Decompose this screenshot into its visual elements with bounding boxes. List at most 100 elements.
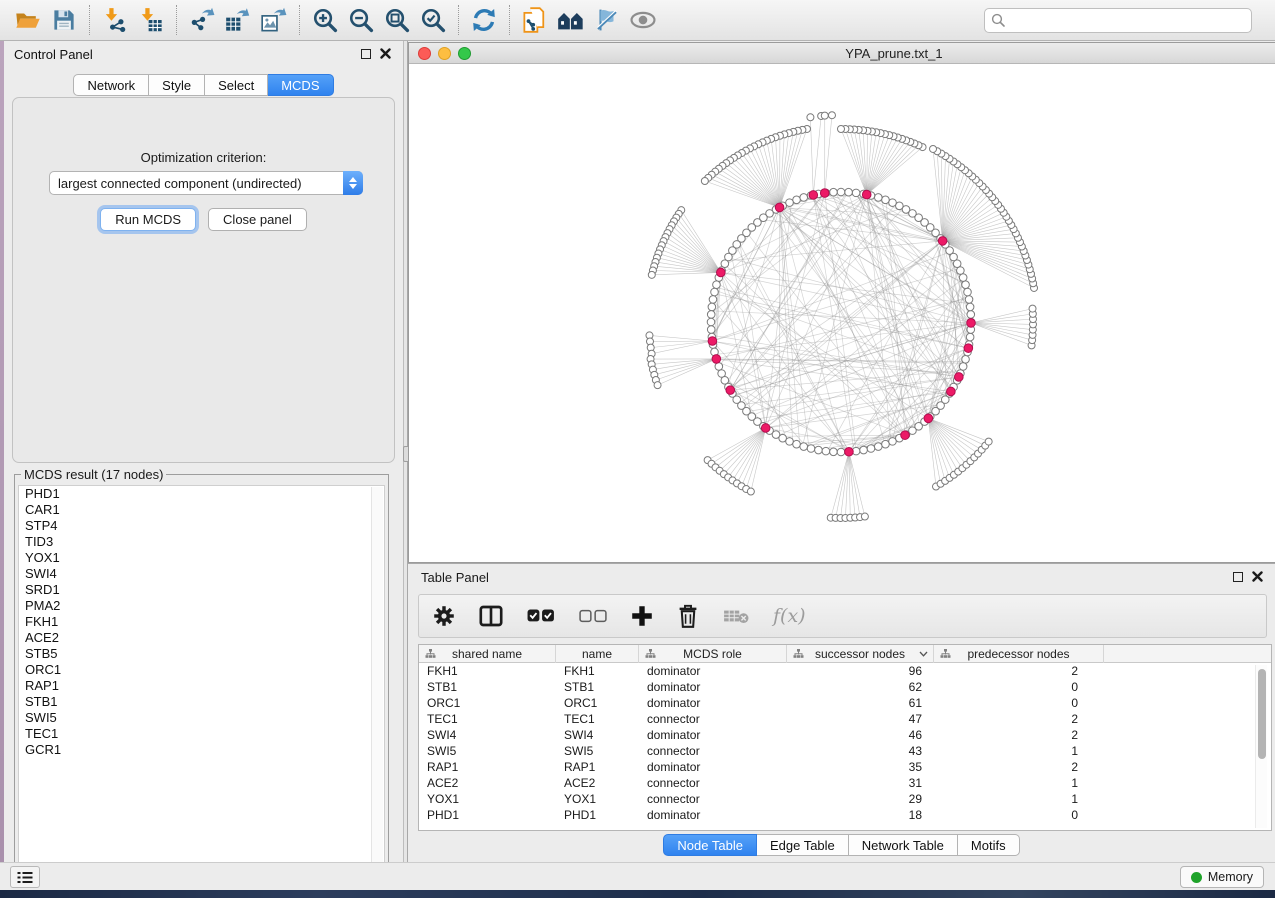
mcds-result-item[interactable]: RAP1 [19,678,384,694]
mcds-result-item[interactable]: PHD1 [19,486,384,502]
table-row[interactable]: SWI5SWI5connector431 [419,743,1271,759]
mcds-result-item[interactable]: SWI4 [19,566,384,582]
network-canvas[interactable] [409,64,1274,562]
close-panel-icon[interactable] [380,48,391,59]
table-row[interactable]: YOX1YOX1connector291 [419,791,1271,807]
tab-motifs[interactable]: Motifs [958,834,1020,856]
close-panel-button[interactable]: Close panel [208,208,307,231]
table-row[interactable]: TEC1TEC1connector472 [419,711,1271,727]
zoom-selected-icon[interactable] [415,3,451,37]
tab-edge-table[interactable]: Edge Table [757,834,849,856]
table-row[interactable]: STB1STB1dominator620 [419,679,1271,695]
select-all-icon[interactable] [527,608,555,624]
table-row[interactable]: PHD1PHD1dominator180 [419,807,1271,823]
tab-style[interactable]: Style [149,74,205,96]
mcds-result-item[interactable]: FKH1 [19,614,384,630]
add-column-icon[interactable] [631,605,653,627]
task-history-button[interactable] [10,866,40,888]
show-details-icon[interactable] [625,3,661,37]
float-panel-icon[interactable] [361,49,371,59]
search-input[interactable] [984,8,1252,33]
table-cell: dominator [639,727,787,743]
delete-table-icon[interactable] [723,608,749,624]
column-header-name[interactable]: name [556,645,639,663]
tab-select[interactable]: Select [205,74,268,96]
mcds-result-item[interactable]: STB5 [19,646,384,662]
import-table-icon[interactable] [133,3,169,37]
table-row[interactable]: ACE2ACE2connector311 [419,775,1271,791]
mcds-result-item[interactable]: STB1 [19,694,384,710]
table-scrollbar-thumb[interactable] [1258,669,1266,759]
export-table-icon[interactable] [220,3,256,37]
table-row[interactable]: FKH1FKH1dominator962 [419,663,1271,679]
column-header-MCDS-role[interactable]: MCDS role [639,645,787,663]
zoom-in-icon[interactable] [307,3,343,37]
open-file-icon[interactable] [10,3,46,37]
table-cell: 61 [787,695,934,711]
mcds-result-item[interactable]: CAR1 [19,502,384,518]
mcds-result-list[interactable]: PHD1CAR1STP4TID3YOX1SWI4SRD1PMA2FKH1ACE2… [18,485,385,879]
table-cell: dominator [639,807,787,823]
table-cell: 2 [934,727,1104,743]
search-network-icon[interactable] [553,3,589,37]
run-mcds-button[interactable]: Run MCDS [100,208,196,231]
mcds-result-item[interactable]: ACE2 [19,630,384,646]
close-table-panel-icon[interactable] [1252,571,1263,582]
mcds-result-item[interactable]: GCR1 [19,742,384,758]
tab-network-table[interactable]: Network Table [849,834,958,856]
mcds-result-item[interactable]: STP4 [19,518,384,534]
mcds-result-item[interactable]: TEC1 [19,726,384,742]
optimization-criterion-label: Optimization criterion: [13,150,394,165]
tab-network[interactable]: Network [73,74,149,96]
table-settings-gear-icon[interactable] [433,605,455,627]
table-cell: dominator [639,759,787,775]
unselect-all-icon[interactable] [579,609,607,623]
search-icon [991,13,1006,28]
table-row[interactable]: SWI4SWI4dominator462 [419,727,1271,743]
minimize-window-icon[interactable] [438,47,451,60]
column-label: name [582,647,612,661]
table-scrollbar[interactable] [1255,665,1267,828]
export-network-icon[interactable] [184,3,220,37]
status-bar: Memory [0,862,1275,890]
table-cell: PHD1 [419,807,556,823]
column-header-shared-name[interactable]: shared name [419,645,556,663]
export-image-icon[interactable] [256,3,292,37]
tab-mcds[interactable]: MCDS [268,74,333,96]
mcds-result-item[interactable]: SWI5 [19,710,384,726]
column-label: successor nodes [815,647,905,661]
float-table-panel-icon[interactable] [1233,572,1243,582]
mcds-list-scrollbar[interactable] [371,487,383,877]
close-window-icon[interactable] [418,47,431,60]
select-stepper-icon [343,171,363,195]
mcds-result-item[interactable]: YOX1 [19,550,384,566]
save-session-icon[interactable] [46,3,82,37]
network-window-titlebar[interactable]: YPA_prune.txt_1 [409,43,1275,64]
column-header-successor-nodes[interactable]: successor nodes [787,645,934,663]
import-network-icon[interactable] [97,3,133,37]
table-cell: TEC1 [556,711,639,727]
zoom-out-icon[interactable] [343,3,379,37]
table-cell: YOX1 [419,791,556,807]
zoom-fit-icon[interactable] [379,3,415,37]
network-graph[interactable] [409,64,1274,562]
table-cell: ACE2 [556,775,639,791]
toolbar-separator [176,5,177,35]
function-builder-icon[interactable]: f(x) [773,605,806,627]
column-header-predecessor-nodes[interactable]: predecessor nodes [934,645,1104,663]
mcds-result-item[interactable]: PMA2 [19,598,384,614]
tab-node-table[interactable]: Node Table [663,834,757,856]
share-document-icon[interactable] [517,3,553,37]
table-row[interactable]: RAP1RAP1dominator352 [419,759,1271,775]
hide-details-icon[interactable] [589,3,625,37]
maximize-window-icon[interactable] [458,47,471,60]
refresh-layout-icon[interactable] [466,3,502,37]
mcds-result-item[interactable]: TID3 [19,534,384,550]
show-columns-icon[interactable] [479,605,503,627]
table-row[interactable]: ORC1ORC1dominator610 [419,695,1271,711]
delete-column-trash-icon[interactable] [677,604,699,628]
optimization-criterion-select[interactable]: largest connected component (undirected) [49,171,363,195]
mcds-result-item[interactable]: SRD1 [19,582,384,598]
mcds-result-item[interactable]: ORC1 [19,662,384,678]
memory-button[interactable]: Memory [1180,866,1264,888]
